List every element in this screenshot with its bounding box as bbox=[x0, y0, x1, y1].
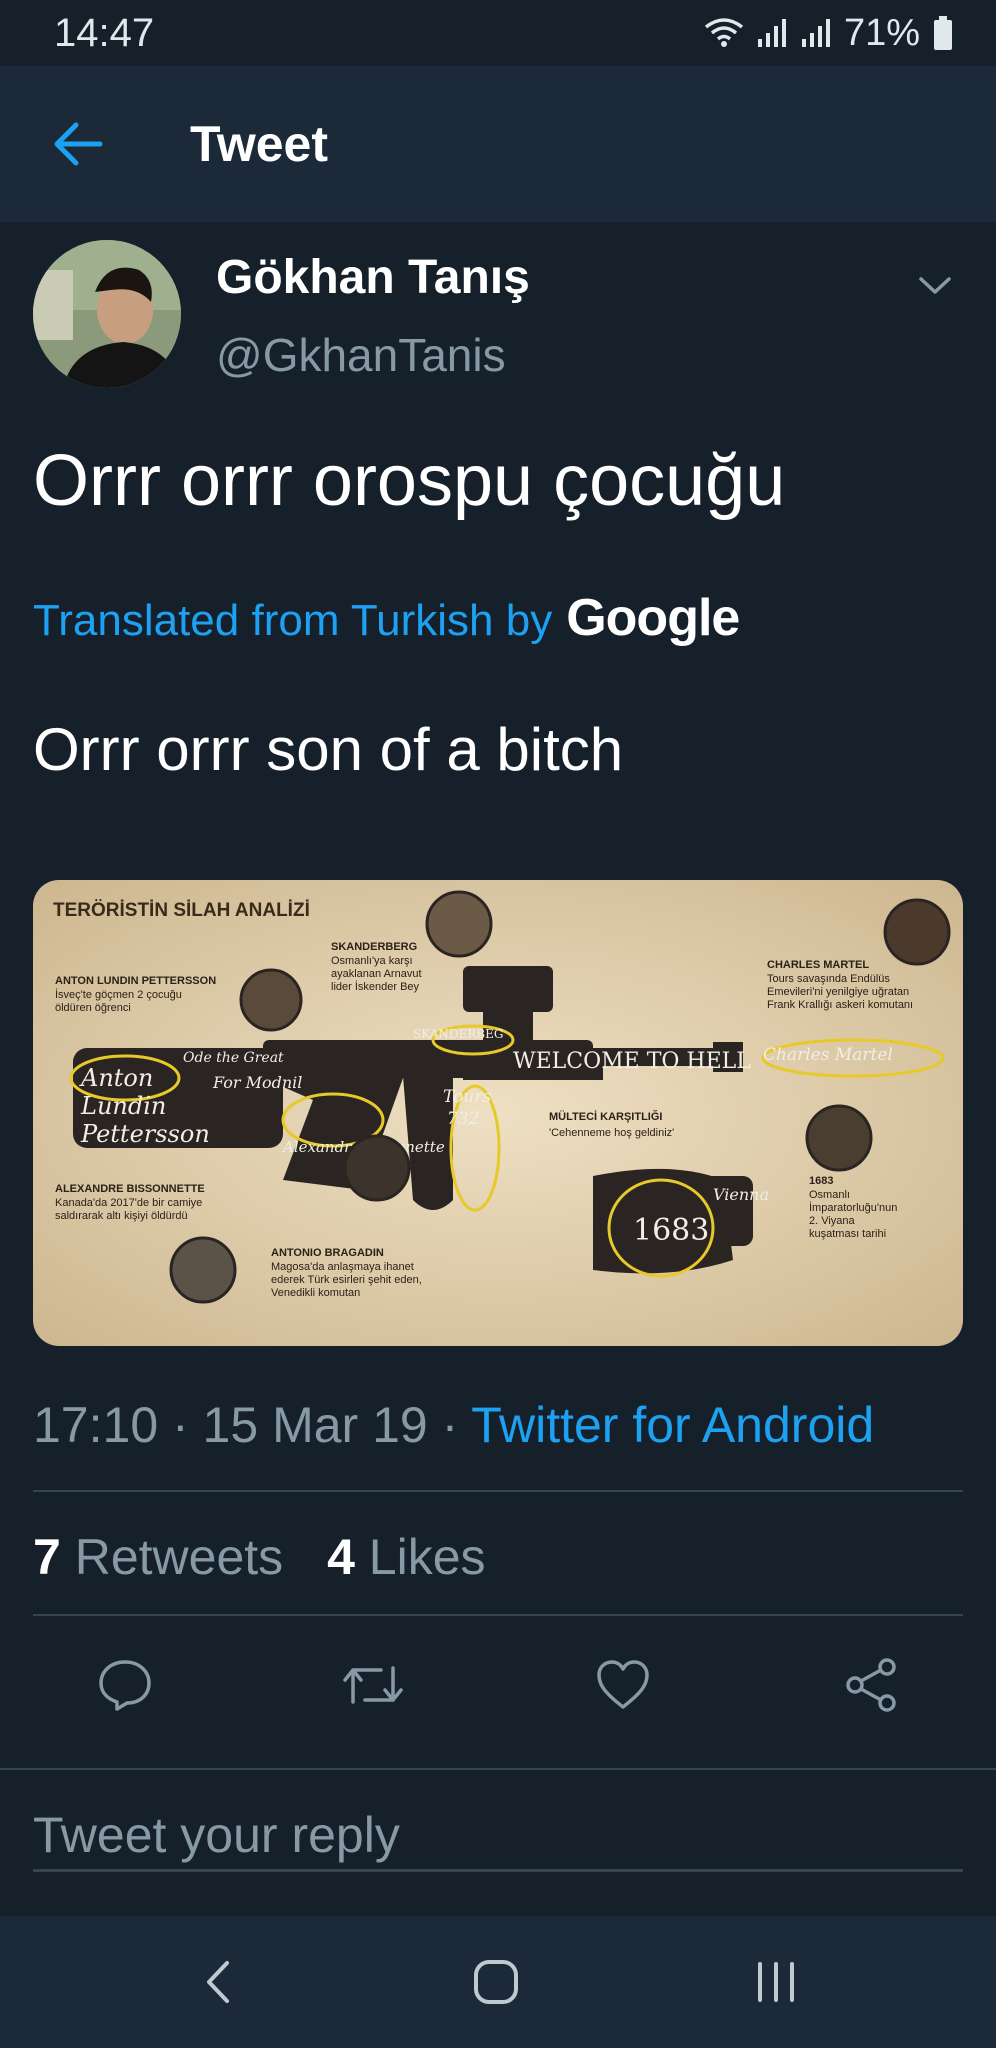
tweet-text: Orrr orrr orospu çocuğu bbox=[33, 441, 786, 521]
tweet-source-link[interactable]: Twitter for Android bbox=[471, 1397, 874, 1453]
gun-text-modnil: For Modnil bbox=[212, 1073, 302, 1092]
like-icon bbox=[597, 1660, 649, 1709]
translation-attribution: Translated from Turkish by Google bbox=[33, 588, 740, 648]
gun-text-1683: 1683 bbox=[633, 1213, 709, 1248]
divider bbox=[33, 1490, 963, 1492]
caption-title: MÜLTECİ KARŞITLIĞI bbox=[549, 1110, 662, 1123]
caption-line: lider İskender Bey bbox=[331, 980, 420, 993]
tweet-timestamp: 17:10 · 15 Mar 19 · bbox=[33, 1397, 472, 1453]
translated-label[interactable]: Translated from Turkish by bbox=[33, 596, 552, 646]
share-button[interactable] bbox=[836, 1650, 906, 1720]
caption-line: kuşatması tarihi bbox=[809, 1228, 886, 1240]
gun-text-lundin: Lundin bbox=[80, 1092, 166, 1120]
recents-nav-icon bbox=[758, 1962, 794, 2002]
translated-text: Orrr orrr son of a bitch bbox=[33, 716, 624, 783]
gun-text-skanderbeg: SKANDERBEG bbox=[413, 1027, 503, 1041]
nav-recents-button[interactable] bbox=[746, 1952, 806, 2012]
caption-line: öldüren öğrenci bbox=[55, 1002, 131, 1014]
like-button[interactable] bbox=[588, 1650, 658, 1720]
tweet-image[interactable]: TERÖRİSTİN SİLAH ANALİZİ Anton Lundin Pe… bbox=[33, 880, 963, 1346]
reply-composer bbox=[0, 1768, 996, 1916]
gun-text-charles: Charles Martel bbox=[763, 1045, 893, 1065]
avatar[interactable] bbox=[33, 240, 181, 388]
likes-stat[interactable]: 4 Likes bbox=[327, 1529, 485, 1585]
caption-title: ALEXANDRE BISSONNETTE bbox=[55, 1183, 205, 1195]
status-time: 14:47 bbox=[54, 10, 155, 55]
retweet-icon bbox=[343, 1666, 403, 1704]
wifi-icon bbox=[704, 18, 744, 47]
caption-title: 1683 bbox=[809, 1175, 833, 1187]
app-bar: Tweet bbox=[0, 66, 996, 222]
caption-line: Osmanlı bbox=[809, 1189, 850, 1201]
battery-percent: 71% bbox=[843, 11, 920, 54]
gun-text-tours: Tours bbox=[443, 1087, 491, 1107]
retweets-stat[interactable]: 7 Retweets bbox=[33, 1529, 283, 1585]
caption-line: Tours savaşında Endülüs bbox=[767, 973, 890, 985]
caption-line: Venedikli komutan bbox=[271, 1287, 360, 1299]
reply-input[interactable] bbox=[33, 1800, 963, 1872]
arrow-left-icon bbox=[54, 122, 103, 166]
caption-line: Frank Krallığı askeri komutanı bbox=[767, 999, 913, 1011]
caption-title: ANTON LUNDIN PETTERSSON bbox=[55, 975, 216, 987]
caption-line: saldırarak altı kişiyi öldürdü bbox=[55, 1210, 188, 1222]
gun-text-pettersson: Pettersson bbox=[80, 1120, 210, 1148]
gun-text-welcome: WELCOME TO HELL bbox=[513, 1049, 751, 1074]
tweet-actions bbox=[0, 1640, 996, 1730]
caption-line: İmparatorluğu'nun bbox=[809, 1201, 897, 1214]
caption-line: 2. Viyana bbox=[809, 1215, 856, 1227]
caption-line: Osmanlı'ya karşı bbox=[331, 955, 413, 967]
caption-line: Magosa'da anlaşmaya ihanet bbox=[271, 1261, 414, 1273]
chevron-down-icon bbox=[919, 277, 951, 294]
caption-title: SKANDERBERG bbox=[331, 941, 417, 953]
nav-home-button[interactable] bbox=[466, 1952, 526, 2012]
author-name[interactable]: Gökhan Tanış bbox=[216, 250, 530, 305]
retweets-count: 7 bbox=[33, 1529, 61, 1585]
image-heading: TERÖRİSTİN SİLAH ANALİZİ bbox=[53, 900, 310, 921]
share-icon bbox=[846, 1658, 896, 1712]
back-nav-icon bbox=[207, 1961, 229, 2003]
home-nav-icon bbox=[474, 1960, 518, 2004]
author-handle[interactable]: @GkhanTanis bbox=[216, 328, 506, 382]
status-icons: 71% bbox=[704, 12, 954, 55]
likes-count: 4 bbox=[327, 1529, 355, 1585]
gun-text-732: 732 bbox=[447, 1109, 479, 1129]
tweet-options-button[interactable] bbox=[907, 258, 963, 314]
caption-line: Emevileri'ni yenilgiye uğratan bbox=[767, 986, 909, 998]
caption-line: Kanada'da 2017'de bir camiye bbox=[55, 1197, 202, 1209]
reply-icon bbox=[99, 1660, 151, 1711]
tweet-stats: 7 Retweets 4 Likes bbox=[33, 1528, 516, 1586]
retweets-label: Retweets bbox=[74, 1529, 284, 1585]
likes-label: Likes bbox=[368, 1529, 486, 1585]
tweet-meta: 17:10 · 15 Mar 19 · Twitter for Android bbox=[33, 1396, 874, 1454]
caption-line: İsveç'te göçmen 2 çocuğu bbox=[55, 988, 182, 1001]
caption-title: CHARLES MARTEL bbox=[767, 959, 869, 971]
divider bbox=[33, 1614, 963, 1616]
nav-back-button[interactable] bbox=[188, 1952, 248, 2012]
caption-line: 'Cehenneme hoş geldiniz' bbox=[549, 1127, 674, 1139]
reply-button[interactable] bbox=[90, 1650, 160, 1720]
status-bar: 14:47 71% bbox=[0, 0, 996, 66]
gun-text-ode: Ode the Great bbox=[183, 1050, 284, 1066]
back-button[interactable] bbox=[38, 104, 118, 184]
caption-line: ayaklanan Arnavut bbox=[331, 968, 422, 980]
page-title: Tweet bbox=[190, 116, 328, 172]
google-logo: Google bbox=[566, 589, 740, 647]
system-nav-bar bbox=[0, 1916, 996, 2048]
signal-icon bbox=[757, 19, 786, 47]
caption-title: ANTONIO BRAGADIN bbox=[271, 1247, 384, 1259]
retweet-button[interactable] bbox=[338, 1650, 408, 1720]
gun-text-anton: Anton bbox=[79, 1064, 153, 1092]
caption-line: ederek Türk esirleri şehit eden, bbox=[271, 1274, 422, 1286]
signal-icon bbox=[801, 19, 830, 47]
gun-text-vienna: Vienna bbox=[713, 1185, 769, 1204]
battery-icon bbox=[934, 16, 952, 50]
tweet-header: Gökhan Tanış @GkhanTanis bbox=[33, 240, 963, 390]
